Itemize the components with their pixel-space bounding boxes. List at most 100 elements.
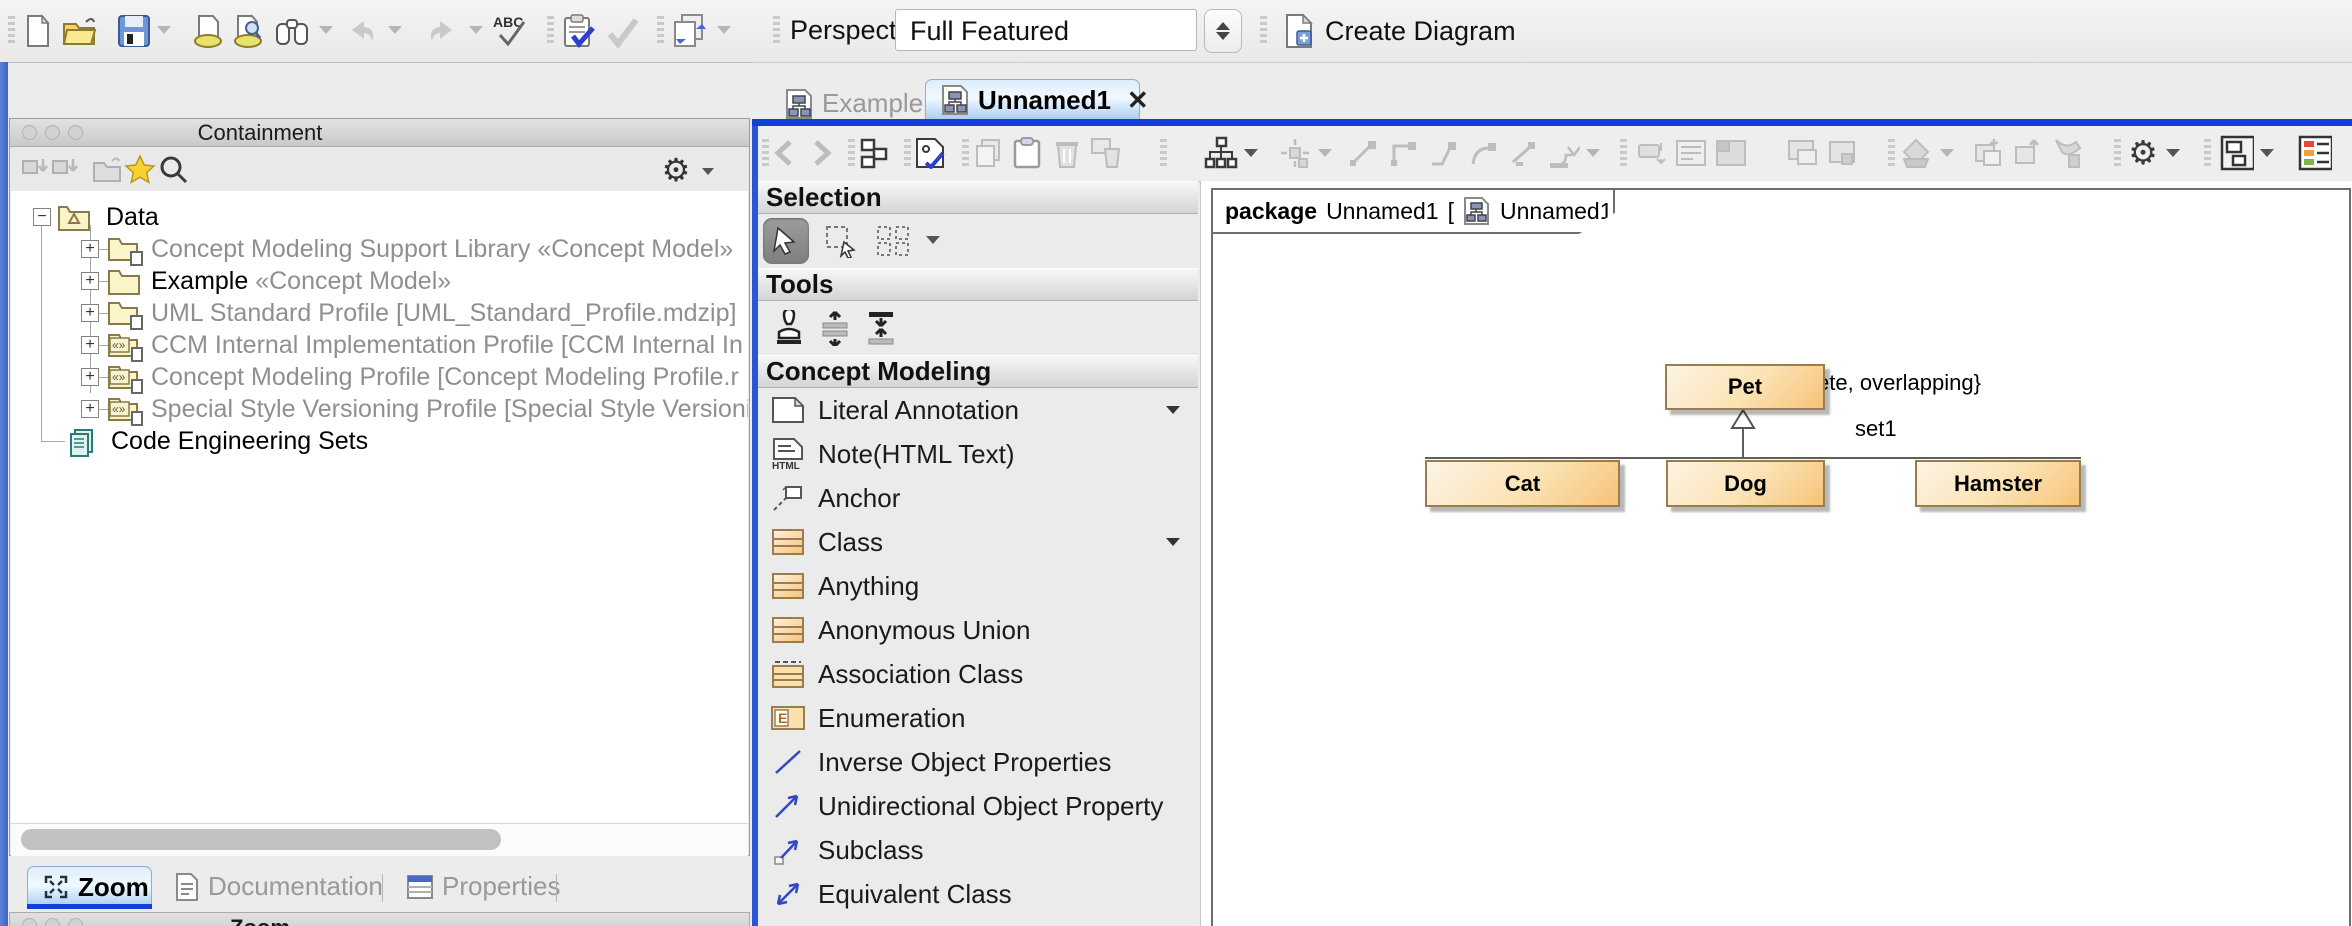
generalization-bus-line[interactable] (1425, 457, 2081, 459)
tree-item-label[interactable]: Data (106, 201, 159, 233)
tree-row[interactable]: + UML Standard Profile [UML_Standard_Prof… (11, 297, 748, 329)
tree-row[interactable]: +«»Special Style Versioning Profile [Spe… (11, 393, 748, 425)
uml-class-dog[interactable]: Dog (1666, 460, 1825, 507)
palette-item-literal-annotation[interactable]: Literal Annotation (758, 388, 1198, 432)
palette-item-class[interactable]: Class (758, 520, 1198, 564)
tree-item-label[interactable]: CCM Internal Implementation Profile [CCM… (151, 329, 743, 361)
legend-icon[interactable] (2298, 136, 2332, 170)
stamp-tool[interactable] (766, 305, 812, 351)
palette-section-tools[interactable]: Tools (758, 268, 1198, 301)
diagram-canvas[interactable]: package Unnamed1 [ Unnamed1 ] {complete,… (1200, 181, 2352, 926)
expand-node-icon[interactable]: + (81, 400, 99, 418)
tab-diagram-unnamed1[interactable]: Unnamed1 ✕ (925, 79, 1140, 120)
left-tab-strip: Containment Diagrams Subproperties (0, 62, 752, 119)
options-caret[interactable] (702, 168, 714, 175)
palette-item-association-class[interactable]: Association Class (758, 652, 1198, 696)
search-icon[interactable] (156, 152, 192, 188)
tree-row[interactable]: + Concept Modeling Support Library «Conce… (11, 233, 748, 265)
palette-item-inverse-object-properties[interactable]: Inverse Object Properties (758, 740, 1198, 784)
window-layout-icon[interactable] (2220, 136, 2254, 170)
check-diagram-icon[interactable] (914, 136, 948, 170)
uml-class-pet[interactable]: Pet (1665, 364, 1825, 410)
find-dropdown-caret[interactable] (319, 26, 333, 34)
tree-item-label[interactable]: Example «Concept Model» (151, 265, 451, 297)
perspective-combobox[interactable]: Full Featured (895, 9, 1197, 51)
open-project-icon[interactable] (62, 13, 98, 49)
expand-node-icon[interactable]: + (81, 240, 99, 258)
uml-class-cat[interactable]: Cat (1425, 460, 1620, 507)
palette-item-enumeration[interactable]: EEnumeration (758, 696, 1198, 740)
find-icon[interactable] (274, 13, 310, 49)
tree-item-label[interactable]: Code Engineering Sets (111, 425, 368, 457)
palette-item-anything[interactable]: Anything (758, 564, 1198, 608)
palette-item-anonymous-union[interactable]: Anonymous Union (758, 608, 1198, 652)
toolbar-grip[interactable] (8, 16, 15, 46)
tree-item-label[interactable]: Special Style Versioning Profile [Specia… (151, 393, 748, 425)
tree-item-label[interactable]: Concept Modeling Profile [Concept Modeli… (151, 361, 739, 393)
spell-check-icon[interactable]: ABC (492, 13, 528, 49)
tree-item-label[interactable]: UML Standard Profile [UML_Standard_Profi… (151, 297, 736, 329)
favorites-star-icon[interactable] (122, 152, 158, 188)
collapse-vertical-tool[interactable] (858, 305, 904, 351)
tree-item-label[interactable]: Concept Modeling Support Library «Concep… (151, 233, 733, 265)
tree-row[interactable]: +«»CCM Internal Implementation Profile [… (11, 329, 748, 361)
collapse-node-icon[interactable]: − (33, 208, 51, 226)
layout-tree-dropdown-caret[interactable] (1244, 149, 1258, 157)
layout-tree-icon[interactable] (1204, 136, 1238, 170)
marquee-select-tool[interactable] (818, 218, 864, 264)
save-dropdown-caret[interactable] (157, 26, 171, 34)
palette-item-unidirectional-object-property[interactable]: Unidirectional Object Property (758, 784, 1198, 828)
expand-node-icon[interactable]: + (81, 304, 99, 322)
tree-row[interactable]: +«»Concept Modeling Profile [Concept Mod… (11, 361, 748, 393)
gear-icon[interactable]: ⚙ (2126, 136, 2160, 170)
palette-item-anchor[interactable]: Anchor (758, 476, 1198, 520)
expand-node-icon[interactable]: + (81, 336, 99, 354)
window-layout-dropdown-caret[interactable] (2260, 149, 2274, 157)
perspective-stepper[interactable] (1204, 9, 1242, 53)
palette-item-dropdown-caret[interactable] (1166, 538, 1180, 546)
tab-diagram-example[interactable]: Example (770, 83, 920, 124)
inverse-line-icon (768, 748, 808, 776)
uml-class-hamster[interactable]: Hamster (1915, 460, 2081, 507)
check-model-icon[interactable] (560, 13, 596, 49)
expand-node-icon[interactable]: + (81, 272, 99, 290)
tree-row[interactable]: + Example «Concept Model» (11, 265, 748, 297)
update-dropdown-caret[interactable] (717, 26, 731, 34)
generalization-triangle (1730, 408, 1756, 430)
palette-item-label: Association Class (818, 659, 1023, 690)
multi-select-tool[interactable] (870, 218, 916, 264)
palette-item-equivalent-class[interactable]: Equivalent Class (758, 872, 1198, 916)
gear-dropdown-caret[interactable] (2166, 149, 2180, 157)
close-tab-icon[interactable]: ✕ (1127, 85, 1149, 116)
new-file-icon[interactable] (20, 13, 56, 49)
scrollbar-thumb[interactable] (21, 829, 501, 850)
frame-bracket-close: ] (1622, 198, 1628, 225)
tab-documentation-label: Documentation (208, 871, 383, 902)
containment-tree-icon[interactable] (858, 136, 892, 170)
print-preview-icon[interactable] (231, 13, 267, 49)
create-diagram-button[interactable]: Create Diagram (1283, 13, 1516, 49)
palette-item-note-html-text-[interactable]: HTMLNote(HTML Text) (758, 432, 1198, 476)
stereotype-suffix: «Concept Model» (530, 235, 733, 263)
palette-item-dropdown-caret[interactable] (1166, 406, 1180, 414)
pointer-tool[interactable] (763, 218, 809, 264)
generalization-vertical-line[interactable] (1742, 428, 1744, 458)
tab-properties[interactable]: Properties (392, 866, 552, 907)
tree-row[interactable]: Code Engineering Sets (11, 425, 748, 457)
class-name: Dog (1724, 471, 1767, 497)
options-gear-icon[interactable]: ⚙ (658, 152, 694, 188)
tab-documentation[interactable]: Documentation (160, 866, 375, 907)
save-icon[interactable] (116, 13, 152, 49)
expand-vertical-tool[interactable] (812, 305, 858, 351)
tab-zoom[interactable]: Zoom (27, 866, 152, 907)
generalization-set-name[interactable]: set1 (1855, 416, 1897, 442)
tree-row[interactable]: − Data (11, 201, 748, 233)
selection-dropdown-caret[interactable] (926, 236, 940, 244)
tree-horizontal-scrollbar[interactable] (11, 823, 748, 856)
expand-node-icon[interactable]: + (81, 368, 99, 386)
palette-section-selection[interactable]: Selection (758, 181, 1198, 214)
palette-section-concept-modeling[interactable]: Concept Modeling (758, 355, 1198, 388)
print-icon[interactable] (190, 13, 226, 49)
palette-item-subclass[interactable]: Subclass (758, 828, 1198, 872)
update-project-icon[interactable] (672, 13, 708, 49)
